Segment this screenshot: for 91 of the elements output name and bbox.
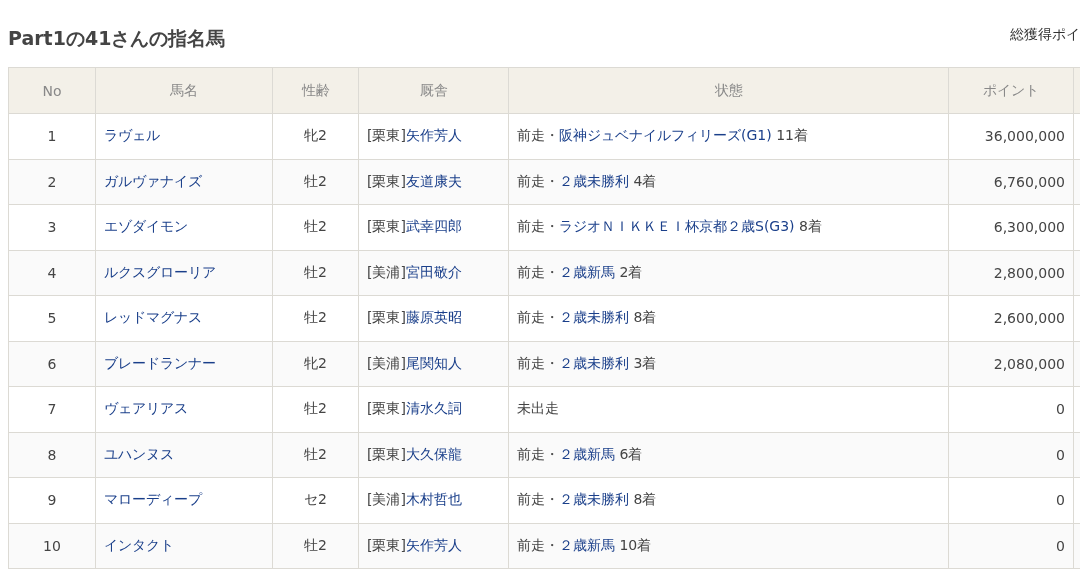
horse-link[interactable]: エゾダイモン [104,218,188,235]
race-result: 8着 [799,218,822,235]
column-header: 性齢 [272,67,359,114]
race-result: 11着 [776,127,808,144]
race-link[interactable]: ラジオＮＩＫＫＥＩ杯京都２歳S(G3) [559,218,795,235]
status-text: 未出走 [517,400,559,417]
status-prefix: 前走・ [517,491,559,508]
column-header: 馬名 [95,67,273,114]
status-prefix: 前走・ [517,354,559,371]
stable-region: [栗東] [367,400,406,417]
points-cell: 2,800,000 [948,250,1074,296]
row-number: 4 [8,250,96,296]
column-header: No [8,67,96,114]
race-link[interactable]: 阪神ジュベナイルフィリーズ(G1) [559,127,772,144]
stable-region: [美浦] [367,491,406,508]
total-points-label: 総獲得ポイ [1010,26,1080,44]
race-result: 2着 [619,263,643,280]
points-cell: 6,300,000 [948,204,1074,250]
status-prefix: 前走・ [517,536,559,553]
points-cell: 0 [948,477,1074,523]
status-prefix: 前走・ [517,172,559,189]
status-prefix: 前走・ [517,218,559,235]
race-result: 4着 [633,172,657,189]
sex-age-cell: 牝2 [272,341,359,387]
stable-region: [栗東] [367,445,406,462]
points-cell: 2,080,000 [948,341,1074,387]
trainer-link[interactable]: 友道康夫 [405,172,462,189]
trainer-link[interactable]: 木村哲也 [405,491,462,508]
trainer-link[interactable]: 尾関知人 [405,354,462,371]
points-cell: 0 [948,432,1074,478]
trainer-link[interactable]: 藤原英昭 [405,309,462,326]
stable-region: [栗東] [367,309,406,326]
sex-age-cell: 牡2 [272,159,359,205]
sex-age-cell: 牝2 [272,113,359,159]
status-prefix: 前走・ [517,127,559,144]
race-link[interactable]: ２歳新馬 [559,263,615,280]
status-prefix: 前走・ [517,445,559,462]
column-header: ポイント [948,67,1074,114]
stable-region: [栗東] [367,172,406,189]
race-link[interactable]: ２歳新馬 [559,536,615,553]
row-number: 8 [8,432,96,478]
points-cell: 36,000,000 [948,113,1074,159]
points-cell: 2,600,000 [948,295,1074,341]
trainer-link[interactable]: 矢作芳人 [405,536,462,553]
race-link[interactable]: ２歳未勝利 [559,354,629,371]
stable-region: [美浦] [367,354,406,371]
race-link[interactable]: ２歳新馬 [559,445,615,462]
status-prefix: 前走・ [517,263,559,280]
sex-age-cell: セ2 [272,477,359,523]
points-cell: 0 [948,523,1074,569]
row-number: 7 [8,386,96,432]
race-result: 10着 [619,536,652,553]
horse-link[interactable]: ユハンヌス [104,445,174,462]
trainer-link[interactable]: 武幸四郎 [405,218,462,235]
trainer-link[interactable]: 清水久詞 [405,400,462,417]
race-link[interactable]: ２歳未勝利 [559,491,629,508]
row-number: 6 [8,341,96,387]
row-number: 5 [8,295,96,341]
page-title: Part1の41さんの指名馬 [8,26,226,51]
points-cell: 0 [948,386,1074,432]
status-prefix: 前走・ [517,309,559,326]
sex-age-cell: 牡2 [272,386,359,432]
horse-link[interactable]: ヴェアリアス [104,400,188,417]
race-result: 3着 [633,354,657,371]
sex-age-cell: 牡2 [272,250,359,296]
horse-link[interactable]: インタクト [104,536,174,553]
stable-region: [栗東] [367,127,406,144]
sex-age-cell: 牡2 [272,295,359,341]
race-link[interactable]: ２歳未勝利 [559,172,629,189]
row-number: 10 [8,523,96,569]
horse-link[interactable]: ラヴェル [104,127,160,144]
race-result: 6着 [619,445,643,462]
trainer-link[interactable]: 宮田敬介 [405,263,462,280]
race-result: 8着 [633,309,657,326]
sex-age-cell: 牡2 [272,204,359,250]
row-number: 2 [8,159,96,205]
sex-age-cell: 牡2 [272,432,359,478]
race-link[interactable]: ２歳未勝利 [559,309,629,326]
stable-region: [栗東] [367,218,406,235]
trainer-link[interactable]: 大久保龍 [405,445,462,462]
row-number: 9 [8,477,96,523]
sex-age-cell: 牡2 [272,523,359,569]
column-header: 状態 [508,67,949,114]
stable-region: [栗東] [367,536,406,553]
stable-region: [美浦] [367,263,406,280]
race-result: 8着 [633,491,657,508]
column-header: 厩舎 [358,67,509,114]
row-number: 3 [8,204,96,250]
points-cell: 6,760,000 [948,159,1074,205]
trainer-link[interactable]: 矢作芳人 [405,127,462,144]
row-number: 1 [8,113,96,159]
